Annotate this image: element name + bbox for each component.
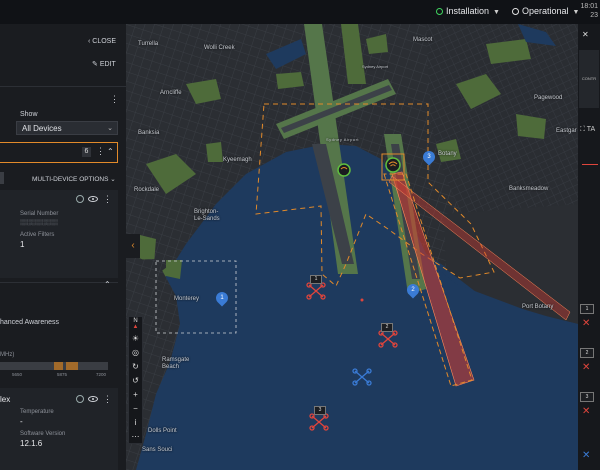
settings-icon[interactable] [76, 395, 84, 403]
pencil-icon: ✎ [92, 61, 100, 68]
drone-tag[interactable]: 1 [580, 304, 594, 314]
info-icon[interactable]: i [129, 415, 142, 429]
settings-icon[interactable] [76, 195, 84, 203]
status-selector[interactable]: Operational ▼ [512, 6, 579, 16]
map-label: Kyeemagh [223, 157, 252, 163]
map-label: Dolls Point [148, 428, 177, 434]
zoom-out-button[interactable]: − [129, 401, 142, 415]
more-options-icon[interactable]: ⋮ [103, 194, 112, 205]
active-filters-value: 1 [20, 240, 25, 249]
map-label: Banksmeadow [509, 186, 549, 192]
collapse-panel-button[interactable]: ‹ [126, 234, 140, 258]
edit-button[interactable]: ✎ EDIT [92, 60, 116, 68]
close-icon[interactable]: ✕ [582, 30, 589, 39]
close-button[interactable]: ‹ CLOSE [88, 38, 116, 45]
drone-tag[interactable]: 2 [381, 323, 393, 332]
map-label: Arncliffe [160, 90, 182, 96]
device-name: lex [0, 395, 11, 404]
chevron-up-icon[interactable]: ⌃ [107, 147, 114, 156]
map-label: Brighton- Le-Sands [194, 209, 220, 222]
more-icon[interactable]: ⋯ [129, 429, 142, 443]
chevron-down-icon: ⌄ [107, 125, 113, 132]
map-label: Ramsgate Beach [162, 357, 190, 370]
sensor-pin[interactable]: 1 [213, 289, 231, 307]
awareness-label: hanced Awareness [0, 319, 60, 326]
map-controls: N ▲ ☀ ◎ ↻ ↺ + − i ⋯ [128, 316, 143, 444]
north-arrow-icon: ▲ [132, 324, 139, 330]
map-label: Sydney Airport [326, 137, 360, 142]
eye-icon[interactable] [88, 396, 98, 402]
map-label: Sydney Airport [362, 64, 389, 69]
chevron-down-icon: ▼ [572, 9, 580, 16]
map-label: Botany [438, 151, 457, 157]
device-card[interactable]: ⋮ Serial Number ░░░░░░░░░░ Active Filter… [0, 190, 118, 278]
status-dot-icon [436, 8, 443, 15]
show-select[interactable]: All Devices ⌄ [16, 121, 118, 135]
brightness-icon[interactable]: ☀ [129, 331, 142, 345]
drone-tag[interactable]: 2 [580, 348, 594, 358]
map-label: Port Botany [522, 304, 554, 310]
drone-tag[interactable]: 3 [580, 392, 594, 402]
more-options-icon[interactable]: ⋮ [96, 146, 105, 157]
sensor-pin[interactable]: 3 [420, 148, 438, 166]
divider [0, 86, 126, 87]
drone-tag[interactable]: 3 [314, 406, 326, 415]
mode-selector[interactable]: Installation ▼ [436, 6, 500, 16]
rotate-right-icon[interactable]: ↻ [129, 359, 142, 373]
compass-button[interactable]: N ▲ [129, 317, 142, 331]
spectrum-band [66, 362, 78, 370]
software-version-value: 12.1.6 [20, 439, 43, 448]
map-label: Eastgar [556, 128, 577, 134]
tab-stub [0, 172, 4, 184]
map-canvas [126, 24, 578, 470]
map-label: Banksia [138, 130, 160, 136]
drone-tag[interactable]: 1 [310, 275, 322, 284]
temperature-value: - [20, 417, 23, 426]
locate-icon[interactable]: ◎ [129, 345, 142, 359]
expand-icon: ⛶ [580, 126, 587, 133]
multi-device-options-button[interactable]: MULTI-DEVICE OPTIONS ⌄ [32, 175, 116, 183]
frequency-spectrum-bar[interactable] [0, 362, 108, 370]
device-count-badge: 6 [82, 147, 91, 157]
zoom-in-button[interactable]: + [129, 387, 142, 401]
device-card[interactable]: lex ⋮ Temperature - Software Version 12.… [0, 388, 118, 470]
more-options-icon[interactable]: ⋮ [103, 394, 112, 405]
serial-value: ░░░░░░░░░░ [20, 220, 58, 226]
map-label: Pagewood [534, 95, 563, 101]
rotate-left-icon[interactable]: ↺ [129, 373, 142, 387]
clock: 18:01 23 [580, 3, 598, 19]
drone-icon: ✕ [582, 406, 591, 417]
right-panel: ✕ CONTR ⛶ TA 1 ✕ 2 ✕ 3 ✕ ✕ [578, 24, 600, 470]
more-options-icon[interactable]: ⋮ [110, 94, 119, 105]
show-label: Show [20, 111, 38, 118]
frequency-label: MHz) [0, 352, 15, 358]
alert-line [582, 164, 598, 165]
chevron-up-icon[interactable]: ⌃ [104, 280, 111, 289]
device-panel: ‹ CLOSE ✎ EDIT ⋮ Show All Devices ⌄ 6 ⋮ … [0, 24, 126, 470]
chevron-down-icon: ⌄ [110, 176, 116, 183]
map-label: Mascot [413, 37, 433, 43]
map-view[interactable]: Turrella Wolli Creek Arncliffe Banksia K… [126, 24, 578, 470]
drone-icon: ✕ [582, 450, 591, 461]
drone-icon: ✕ [582, 362, 591, 373]
control-button[interactable]: CONTR [579, 50, 599, 108]
spectrum-band [54, 362, 63, 370]
map-label: Rockdale [134, 187, 160, 193]
drone-icon: ✕ [582, 318, 591, 329]
divider [0, 282, 118, 283]
map-label: Monterey [174, 296, 200, 302]
status-dot-icon [512, 8, 519, 15]
map-label: Sans Souci [142, 447, 173, 453]
chevron-down-icon: ▼ [493, 9, 500, 16]
top-bar: Installation ▼ Operational ▼ 18:01 23 [0, 0, 600, 25]
sensor-pin[interactable]: 2 [404, 281, 422, 299]
eye-icon[interactable] [88, 196, 98, 202]
tab-targets[interactable]: ⛶ TA [580, 126, 595, 134]
map-label: Wolli Creek [204, 45, 235, 51]
map-label: Turrella [138, 41, 159, 47]
